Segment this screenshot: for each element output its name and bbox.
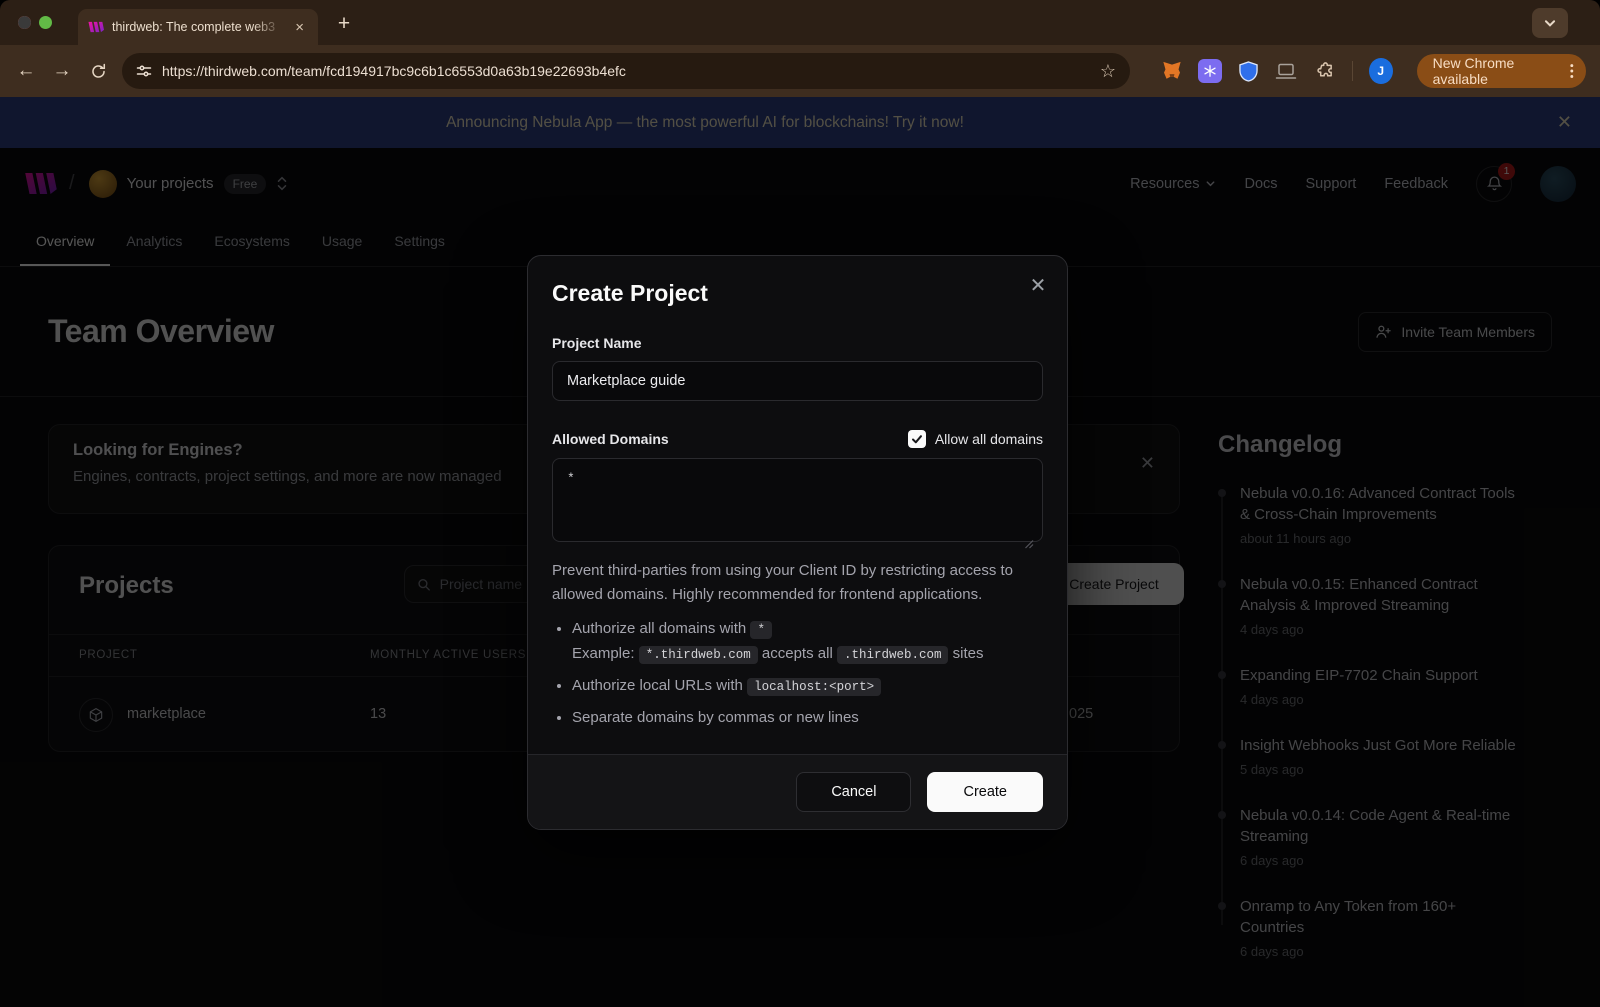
code-chip: .thirdweb.com xyxy=(837,646,949,664)
create-project-modal: ✕ Create Project Project Name Allowed Do… xyxy=(527,255,1068,830)
thirdweb-favicon-icon xyxy=(88,21,104,33)
allowed-domains-textarea[interactable]: * xyxy=(552,458,1043,542)
shield-extension-icon[interactable] xyxy=(1236,59,1260,83)
chrome-profile-avatar[interactable]: J xyxy=(1369,58,1393,84)
allowed-domains-row: Allowed Domains Allow all domains xyxy=(552,430,1043,448)
allow-all-label[interactable]: Allow all domains xyxy=(935,431,1043,447)
metamask-extension-icon[interactable] xyxy=(1160,59,1184,83)
code-chip: localhost:<port> xyxy=(747,678,881,696)
browser-window: thirdweb: The complete web3 × + ← → http… xyxy=(0,0,1600,1007)
modal-footer: Cancel Create xyxy=(528,754,1067,829)
page: Announcing Nebula App — the most powerfu… xyxy=(0,97,1600,1007)
code-chip: *.thirdweb.com xyxy=(639,646,758,664)
project-name-input[interactable] xyxy=(552,361,1043,401)
reload-icon xyxy=(90,63,107,80)
chevron-down-icon xyxy=(1543,16,1557,30)
toolbar-divider xyxy=(1352,61,1353,81)
tab-search-button[interactable] xyxy=(1532,8,1568,38)
back-button[interactable]: ← xyxy=(14,59,38,83)
help-bullet-localhost: Authorize local URLs with localhost:<por… xyxy=(572,674,1043,699)
tab-title: thirdweb: The complete web3 xyxy=(112,20,283,34)
extensions-puzzle-icon[interactable] xyxy=(1312,59,1336,83)
window-minimize-button[interactable] xyxy=(18,16,31,29)
browser-tab[interactable]: thirdweb: The complete web3 × xyxy=(78,9,318,45)
site-info-icon[interactable] xyxy=(136,63,152,79)
allow-all-domains-control[interactable]: Allow all domains xyxy=(908,430,1043,448)
chrome-update-button[interactable]: New Chrome available xyxy=(1417,54,1586,88)
chrome-update-label: New Chrome available xyxy=(1433,55,1561,87)
bookmark-star-icon[interactable]: ☆ xyxy=(1100,61,1116,82)
domains-help-list: Authorize all domains with * Example: *.… xyxy=(552,617,1043,730)
address-bar[interactable]: https://thirdweb.com/team/fcd194917bc9c6… xyxy=(122,53,1130,89)
tab-close-icon[interactable]: × xyxy=(291,18,308,37)
window-zoom-button[interactable] xyxy=(39,16,52,29)
modal-close-icon[interactable]: ✕ xyxy=(1023,270,1053,300)
cancel-button[interactable]: Cancel xyxy=(796,772,911,812)
new-tab-button[interactable]: + xyxy=(330,10,358,38)
check-icon xyxy=(911,433,923,445)
reload-button[interactable] xyxy=(86,59,110,83)
snowflake-extension-icon[interactable] xyxy=(1198,59,1222,83)
modal-title: Create Project xyxy=(552,280,1043,307)
browser-toolbar: ← → https://thirdweb.com/team/fcd194917b… xyxy=(0,45,1600,97)
textarea-resize-handle[interactable] xyxy=(1024,539,1034,549)
code-chip: * xyxy=(750,621,772,639)
url-text[interactable]: https://thirdweb.com/team/fcd194917bc9c6… xyxy=(162,63,1090,79)
domains-help-text: Prevent third-parties from using your Cl… xyxy=(552,559,1043,607)
help-bullet-separate: Separate domains by commas or new lines xyxy=(572,706,1043,730)
allowed-domains-label: Allowed Domains xyxy=(552,431,669,447)
laptop-icon[interactable] xyxy=(1274,59,1298,83)
kebab-menu-icon xyxy=(1570,63,1574,79)
modal-create-button[interactable]: Create xyxy=(927,772,1043,812)
forward-button[interactable]: → xyxy=(50,59,74,83)
modal-body: Create Project Project Name Allowed Doma… xyxy=(528,256,1067,730)
help-bullet-authorize-all: Authorize all domains with * Example: *.… xyxy=(572,617,1043,667)
browser-tab-strip: thirdweb: The complete web3 × + xyxy=(0,0,1600,45)
extensions-row: J New Chrome available xyxy=(1160,54,1586,88)
project-name-label: Project Name xyxy=(552,335,1043,351)
allow-all-checkbox[interactable] xyxy=(908,430,926,448)
window-controls xyxy=(18,16,52,29)
